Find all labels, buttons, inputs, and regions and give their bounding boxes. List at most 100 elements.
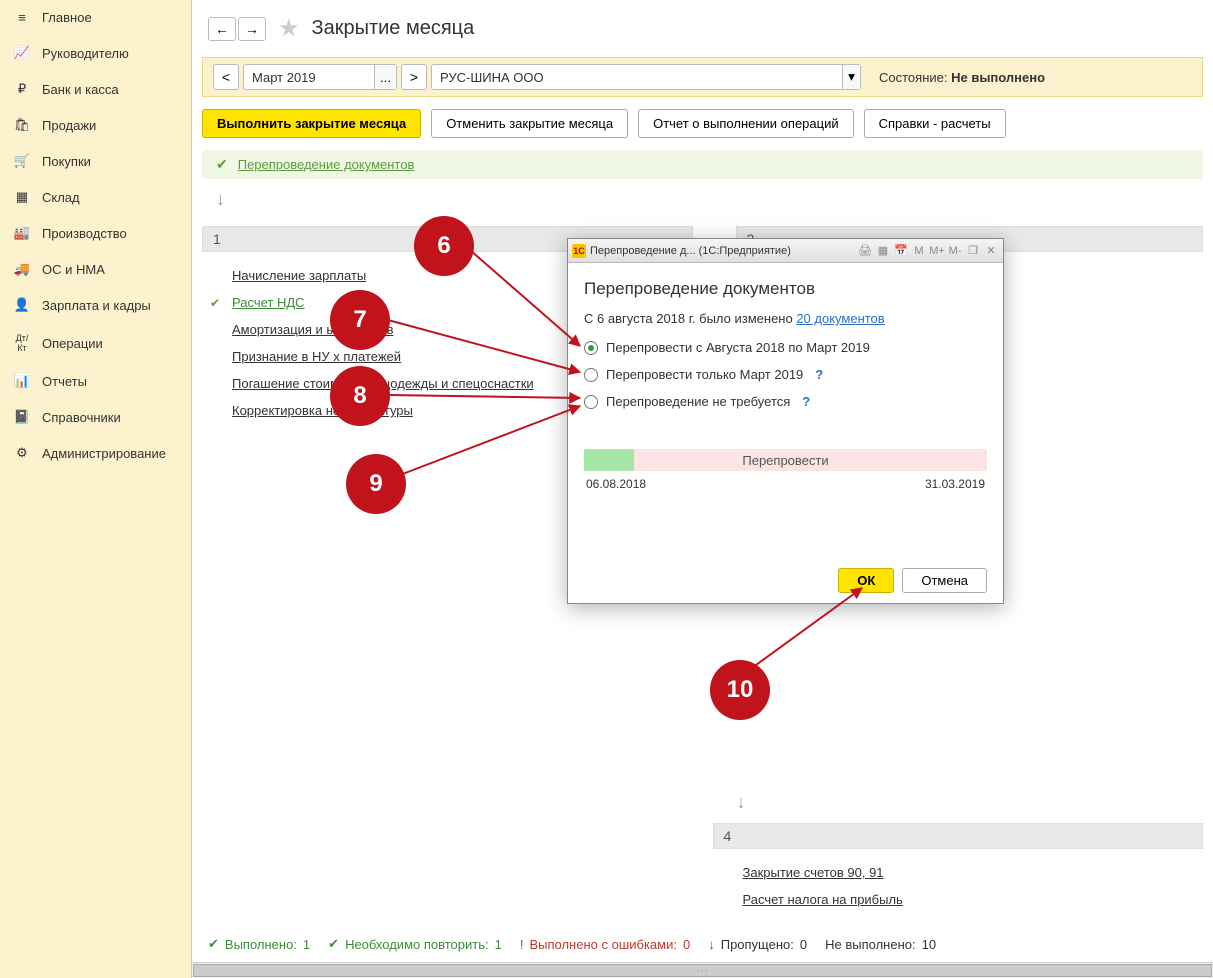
help-icon[interactable]: ? — [802, 394, 810, 409]
period-value: Март 2019 — [244, 70, 374, 85]
sidebar-item-refs[interactable]: 📓Справочники — [0, 399, 191, 435]
nav-back-button[interactable]: ← — [208, 17, 236, 41]
cart-icon: 🛒 — [12, 153, 32, 169]
horizontal-scrollbar[interactable]: ··· — [192, 962, 1213, 978]
task-link[interactable]: Расчет налога на прибыль — [743, 892, 903, 907]
calendar-icon[interactable]: 📅 — [893, 243, 909, 259]
close-icon[interactable]: ✕ — [983, 243, 999, 259]
task-link[interactable]: Амортизация и ых средств — [232, 322, 394, 337]
radio-repost-range[interactable]: Перепровести с Августа 2018 по Март 2019 — [584, 340, 987, 355]
repost-banner: ✔ Перепроведение документов — [202, 150, 1203, 179]
progress-bar: Перепровести — [584, 449, 987, 471]
nav-forward-button[interactable]: → — [238, 17, 266, 41]
run-close-button[interactable]: Выполнить закрытие месяца — [202, 109, 421, 138]
task-link[interactable]: Расчет НДС — [232, 295, 305, 310]
table-icon[interactable]: ▦ — [875, 243, 891, 259]
sidebar-item-label: ОС и НМА — [42, 262, 105, 277]
status-footer: ✔Выполнено: 1 ✔Необходимо повторить: 1 !… — [192, 926, 1213, 962]
sidebar-item-admin[interactable]: ⚙Администрирование — [0, 435, 191, 471]
grid-icon: ▦ — [12, 189, 32, 205]
sidebar-item-operations[interactable]: Дт/КтОперации — [0, 323, 191, 363]
task-link[interactable]: Корректировка номенклатуры — [232, 403, 413, 418]
org-select[interactable]: РУС-ШИНА ООО ▾ — [431, 64, 861, 90]
sidebar-item-sales[interactable]: 🛍Продажи — [0, 107, 191, 143]
radio-repost-none[interactable]: Перепроведение не требуется? — [584, 394, 987, 409]
chart-up-icon: 📈 — [12, 45, 32, 61]
book-icon: 📓 — [12, 409, 32, 425]
task-link[interactable]: Признание в НУ х платежей — [232, 349, 401, 364]
sidebar-item-manager[interactable]: 📈Руководителю — [0, 35, 191, 71]
sidebar-item-purchases[interactable]: 🛒 Покупки — [0, 143, 191, 179]
org-value: РУС-ШИНА ООО — [432, 70, 842, 85]
period-next-button[interactable]: > — [401, 64, 427, 90]
sidebar-item-main[interactable]: ≡ Главное — [0, 0, 191, 35]
sidebar-item-hr[interactable]: 👤 Зарплата и кадры — [0, 287, 191, 323]
sidebar-item-assets[interactable]: 🚚 ОС и НМА — [0, 251, 191, 287]
menu-icon: ≡ — [12, 10, 32, 25]
warning-icon: ! — [520, 937, 524, 952]
radio-icon[interactable] — [584, 341, 598, 355]
help-icon[interactable]: ? — [815, 367, 823, 382]
dialog-info: С 6 августа 2018 г. было изменено 20 док… — [584, 311, 987, 326]
dialog-heading: Перепроведение документов — [584, 279, 987, 299]
1c-icon: 1C — [572, 244, 586, 258]
period-prev-button[interactable]: < — [213, 64, 239, 90]
cancel-button[interactable]: Отмена — [902, 568, 987, 593]
sidebar-item-label: Зарплата и кадры — [42, 298, 151, 313]
m-plus-icon[interactable]: M+ — [929, 243, 945, 259]
sidebar-item-label: Операции — [42, 336, 103, 351]
status-label: Состояние: Не выполнено — [879, 70, 1045, 85]
dialog-titlebar[interactable]: 1CПерепроведение д... (1С:Предприятие) 🖨… — [568, 239, 1003, 263]
repost-dialog: 1CПерепроведение д... (1С:Предприятие) 🖨… — [567, 238, 1004, 604]
period-picker-button[interactable]: ... — [374, 65, 396, 89]
action-bar: Выполнить закрытие месяца Отменить закры… — [192, 97, 1213, 150]
m-icon[interactable]: M — [911, 243, 927, 259]
period-input[interactable]: Март 2019 ... — [243, 64, 397, 90]
sidebar-item-reports[interactable]: 📊Отчеты — [0, 363, 191, 399]
sidebar-item-label: Продажи — [42, 118, 96, 133]
person-icon: 👤 — [12, 297, 32, 313]
radio-icon[interactable] — [584, 368, 598, 382]
task-row: Закрытие счетов 90, 91 — [721, 859, 1196, 886]
cancel-close-button[interactable]: Отменить закрытие месяца — [431, 109, 628, 138]
sidebar-item-warehouse[interactable]: ▦Склад — [0, 179, 191, 215]
sidebar-item-label: Главное — [42, 10, 92, 25]
sidebar-item-label: Покупки — [42, 154, 91, 169]
truck-icon: 🚚 — [12, 261, 32, 277]
progress-fill — [584, 449, 634, 471]
print-icon[interactable]: 🖨 — [857, 243, 873, 259]
report-button[interactable]: Отчет о выполнении операций — [638, 109, 854, 138]
changed-docs-link[interactable]: 20 документов — [796, 311, 884, 326]
scrollbar-thumb[interactable]: ··· — [193, 964, 1212, 977]
radio-repost-month[interactable]: Перепровести только Март 2019? — [584, 367, 987, 382]
task-row: Расчет налога на прибыль — [721, 886, 1196, 913]
ok-button[interactable]: ОК — [838, 568, 894, 593]
footer-notdone: Не выполнено: 10 — [825, 937, 936, 952]
repost-link[interactable]: Перепроведение документов — [238, 157, 415, 172]
sidebar-item-bank[interactable]: ₽ Банк и касса — [0, 71, 191, 107]
footer-skipped: ↓Пропущено: 0 — [708, 937, 807, 952]
task-link[interactable]: Погашение стоимост спецодежды и спецосна… — [232, 376, 534, 391]
sidebar-item-production[interactable]: 🏭 Производство — [0, 215, 191, 251]
restore-icon[interactable]: ❐ — [965, 243, 981, 259]
m-minus-icon[interactable]: M- — [947, 243, 963, 259]
star-icon[interactable]: ★ — [278, 14, 300, 43]
task-link[interactable]: Начисление зарплаты — [232, 268, 366, 283]
ruble-icon: ₽ — [12, 81, 32, 97]
dialog-footer: ОК Отмена — [568, 558, 1003, 603]
check-icon: ✔ — [328, 936, 339, 952]
sidebar-item-label: Производство — [42, 226, 127, 241]
radio-icon[interactable] — [584, 395, 598, 409]
status-value: Не выполнено — [951, 70, 1045, 85]
progress-dates: 06.08.2018 31.03.2019 — [584, 477, 987, 491]
flow-arrow-icon: ↓ — [737, 792, 1180, 813]
dialog-title: 1CПерепроведение д... (1С:Предприятие) — [572, 244, 791, 258]
org-dropdown-button[interactable]: ▾ — [842, 65, 860, 89]
references-button[interactable]: Справки - расчеты — [864, 109, 1006, 138]
sidebar-item-label: Банк и касса — [42, 82, 119, 97]
dialog-body: Перепроведение документов С 6 августа 20… — [568, 263, 1003, 558]
progress-block: Перепровести 06.08.2018 31.03.2019 — [584, 449, 987, 491]
factory-icon: 🏭 — [12, 225, 32, 241]
task-link[interactable]: Закрытие счетов 90, 91 — [743, 865, 884, 880]
sidebar-item-label: Отчеты — [42, 374, 87, 389]
